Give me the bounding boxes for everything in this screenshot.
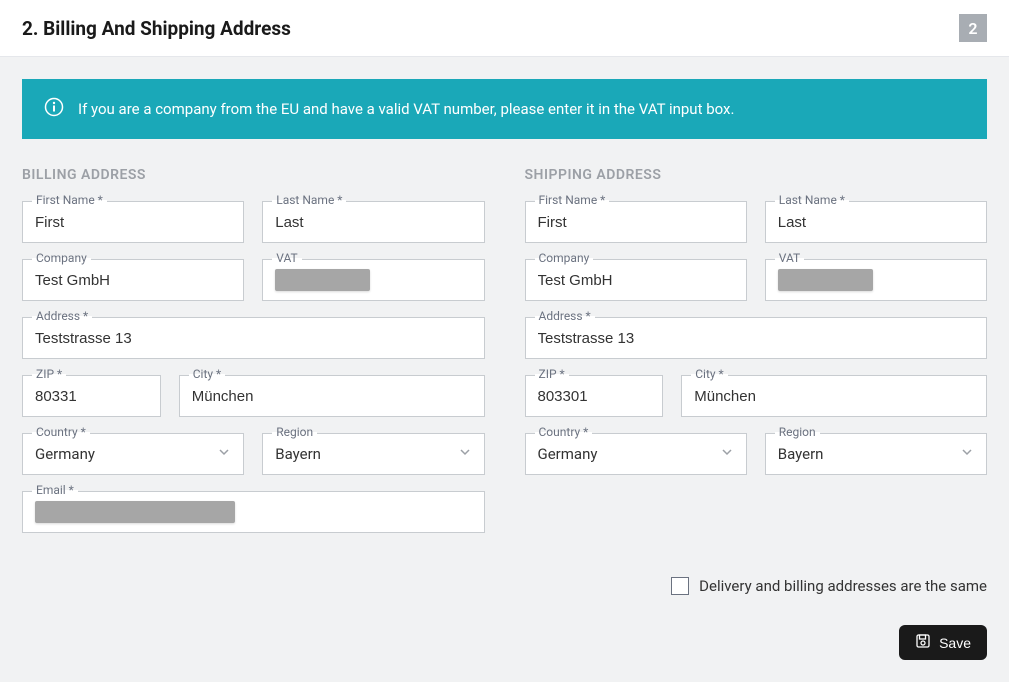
save-button[interactable]: Save: [899, 625, 987, 660]
section-header: 2. Billing And Shipping Address 2: [0, 0, 1009, 57]
chevron-down-icon: [960, 445, 974, 463]
field-label: First Name *: [535, 193, 610, 207]
billing-email-field: Email *: [22, 491, 485, 533]
billing-address-input[interactable]: [22, 317, 485, 359]
shipping-last-name-input[interactable]: [765, 201, 987, 243]
shipping-company-input[interactable]: [525, 259, 747, 301]
field-label: First Name *: [32, 193, 107, 207]
billing-last-name-input[interactable]: [262, 201, 484, 243]
field-label: Address *: [32, 309, 92, 323]
shipping-region-field: Region Bayern: [765, 433, 987, 475]
billing-column: BILLING ADDRESS First Name * Last Name *…: [22, 167, 485, 549]
field-label: VAT: [775, 251, 804, 265]
select-value: Germany: [538, 445, 598, 463]
field-label: Country *: [535, 425, 593, 439]
redacted-value: [778, 269, 873, 291]
save-button-label: Save: [939, 635, 971, 651]
redacted-value: [35, 501, 235, 523]
shipping-last-name-field: Last Name *: [765, 201, 987, 243]
billing-vat-input[interactable]: [262, 259, 484, 301]
field-label: Company: [32, 251, 91, 265]
field-label: City *: [189, 367, 225, 381]
section-title: 2. Billing And Shipping Address: [22, 17, 291, 40]
field-label: Last Name *: [775, 193, 849, 207]
same-address-label: Delivery and billing addresses are the s…: [699, 577, 987, 595]
billing-vat-field: VAT: [262, 259, 484, 301]
chevron-down-icon: [217, 445, 231, 463]
billing-city-field: City *: [179, 375, 485, 417]
step-badge: 2: [959, 14, 987, 42]
shipping-zip-input[interactable]: [525, 375, 664, 417]
shipping-address-input[interactable]: [525, 317, 988, 359]
billing-email-input[interactable]: [22, 491, 485, 533]
content-area: If you are a company from the EU and hav…: [0, 57, 1009, 682]
shipping-vat-input[interactable]: [765, 259, 987, 301]
shipping-company-field: Company: [525, 259, 747, 301]
billing-region-field: Region Bayern: [262, 433, 484, 475]
billing-city-input[interactable]: [179, 375, 485, 417]
billing-company-input[interactable]: [22, 259, 244, 301]
field-label: Region: [272, 425, 317, 439]
save-row: Save: [22, 625, 987, 660]
chevron-down-icon: [458, 445, 472, 463]
info-icon: [44, 97, 64, 121]
billing-country-field: Country * Germany: [22, 433, 244, 475]
info-text: If you are a company from the EU and hav…: [78, 100, 734, 118]
shipping-city-field: City *: [681, 375, 987, 417]
shipping-address-field: Address *: [525, 317, 988, 359]
field-label: Address *: [535, 309, 595, 323]
select-value: Bayern: [275, 445, 321, 463]
save-icon: [915, 633, 931, 652]
billing-first-name-field: First Name *: [22, 201, 244, 243]
shipping-heading: SHIPPING ADDRESS: [525, 167, 988, 183]
shipping-first-name-field: First Name *: [525, 201, 747, 243]
same-address-row: Delivery and billing addresses are the s…: [22, 577, 987, 595]
same-address-checkbox[interactable]: [671, 577, 689, 595]
field-label: ZIP *: [535, 367, 569, 381]
billing-company-field: Company: [22, 259, 244, 301]
billing-region-select[interactable]: Bayern: [262, 433, 484, 475]
field-label: Company: [535, 251, 594, 265]
field-label: City *: [691, 367, 727, 381]
field-label: Last Name *: [272, 193, 346, 207]
billing-address-field: Address *: [22, 317, 485, 359]
field-label: VAT: [272, 251, 301, 265]
billing-first-name-input[interactable]: [22, 201, 244, 243]
info-alert: If you are a company from the EU and hav…: [22, 79, 987, 139]
shipping-zip-field: ZIP *: [525, 375, 664, 417]
billing-zip-field: ZIP *: [22, 375, 161, 417]
field-label: Country *: [32, 425, 90, 439]
field-label: Region: [775, 425, 820, 439]
shipping-city-input[interactable]: [681, 375, 987, 417]
shipping-region-select[interactable]: Bayern: [765, 433, 987, 475]
shipping-first-name-input[interactable]: [525, 201, 747, 243]
field-label: ZIP *: [32, 367, 66, 381]
billing-country-select[interactable]: Germany: [22, 433, 244, 475]
shipping-country-select[interactable]: Germany: [525, 433, 747, 475]
form-columns: BILLING ADDRESS First Name * Last Name *…: [22, 167, 987, 549]
chevron-down-icon: [720, 445, 734, 463]
shipping-vat-field: VAT: [765, 259, 987, 301]
shipping-country-field: Country * Germany: [525, 433, 747, 475]
billing-last-name-field: Last Name *: [262, 201, 484, 243]
select-value: Germany: [35, 445, 95, 463]
shipping-column: SHIPPING ADDRESS First Name * Last Name …: [525, 167, 988, 549]
select-value: Bayern: [778, 445, 824, 463]
billing-zip-input[interactable]: [22, 375, 161, 417]
redacted-value: [275, 269, 370, 291]
field-label: Email *: [32, 483, 78, 497]
page-container: 2. Billing And Shipping Address 2 If you…: [0, 0, 1009, 682]
billing-heading: BILLING ADDRESS: [22, 167, 485, 183]
